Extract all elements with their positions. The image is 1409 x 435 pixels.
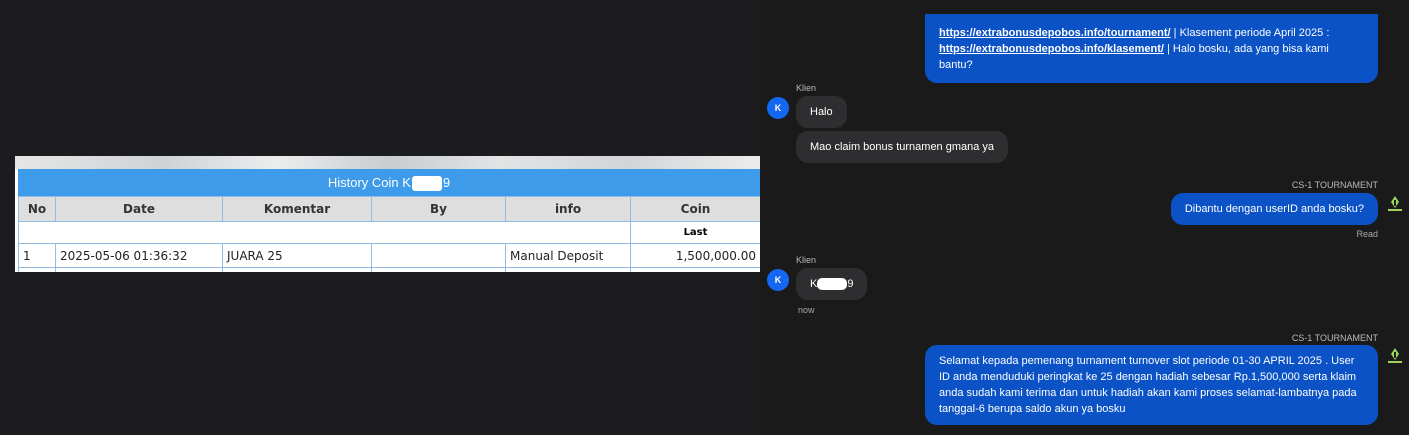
- redacted-block: [817, 278, 848, 291]
- cell-komentar: JUARA 25: [222, 243, 372, 268]
- message-timestamp: now: [798, 305, 815, 315]
- history-coin-panel: History Coin K 9 No Date Komentar By info…: [15, 156, 760, 272]
- agent-message-bubble: https://extrabonusdepobos.info/tournamen…: [925, 14, 1378, 83]
- chat-panel[interactable]: https://extrabonusdepobos.info/tournamen…: [760, 0, 1409, 435]
- table-header-row: No Date Komentar By info Coin: [18, 196, 760, 222]
- read-status: Read: [1356, 229, 1378, 239]
- client-userid-prefix: K: [810, 278, 818, 290]
- cell-info: Manual Deposit: [505, 243, 631, 268]
- klasement-link[interactable]: https://extrabonusdepobos.info/klasement…: [939, 43, 1164, 55]
- column-header-by[interactable]: By: [371, 196, 506, 222]
- agent-text: | Klasement periode April 2025 :: [1170, 27, 1330, 39]
- agent-message-bubble: Selamat kepada pemenang turnament turnov…: [925, 345, 1378, 425]
- table-subheader-row: Last: [18, 221, 760, 244]
- client-userid-suffix: 9: [847, 278, 854, 290]
- history-table: No Date Komentar By info Coin Last 1 202…: [18, 196, 760, 272]
- column-header-komentar[interactable]: Komentar: [222, 196, 372, 222]
- table-row: 1 2025-05-06 01:36:32 JUARA 25 Manual De…: [18, 243, 760, 268]
- cell-date: 2025-05-06 01:36:32: [55, 243, 223, 268]
- history-title-prefix: History Coin K: [327, 175, 411, 190]
- agent-logo-icon: [1384, 345, 1406, 367]
- client-message-bubble: Mao claim bonus turnamen gmana ya: [796, 131, 1009, 163]
- tournament-link[interactable]: https://extrabonusdepobos.info/tournamen…: [939, 27, 1171, 39]
- decorative-banner-strip: [15, 156, 760, 169]
- client-avatar: K: [767, 269, 789, 291]
- redacted-block: [411, 176, 442, 192]
- cell-no: 1: [18, 243, 56, 268]
- agent-logo-icon: [1384, 193, 1406, 215]
- history-title: History Coin K 9: [18, 169, 760, 196]
- client-message-bubble: K9: [796, 268, 868, 300]
- agent-message-bubble: Dibantu dengan userID anda bosku?: [1170, 193, 1378, 225]
- subheader-last: Last: [630, 221, 760, 244]
- column-header-no[interactable]: No: [18, 196, 56, 222]
- agent-sender-label: CS-1 TOURNAMENT: [1291, 180, 1378, 190]
- column-header-coin[interactable]: Coin: [630, 196, 760, 222]
- client-message-bubble: Halo: [796, 96, 847, 128]
- history-title-suffix: 9: [442, 175, 451, 190]
- column-header-info[interactable]: info: [505, 196, 631, 222]
- table-row-partial: [18, 267, 760, 272]
- column-header-date[interactable]: Date: [55, 196, 223, 222]
- agent-sender-label: CS-1 TOURNAMENT: [1291, 333, 1378, 343]
- client-sender-label: Klien: [796, 255, 817, 265]
- cell-by: [371, 243, 506, 268]
- client-sender-label: Klien: [796, 83, 817, 93]
- subheader-empty: [18, 221, 631, 244]
- client-avatar: K: [767, 97, 789, 119]
- cell-coin: 1,500,000.00: [630, 243, 760, 268]
